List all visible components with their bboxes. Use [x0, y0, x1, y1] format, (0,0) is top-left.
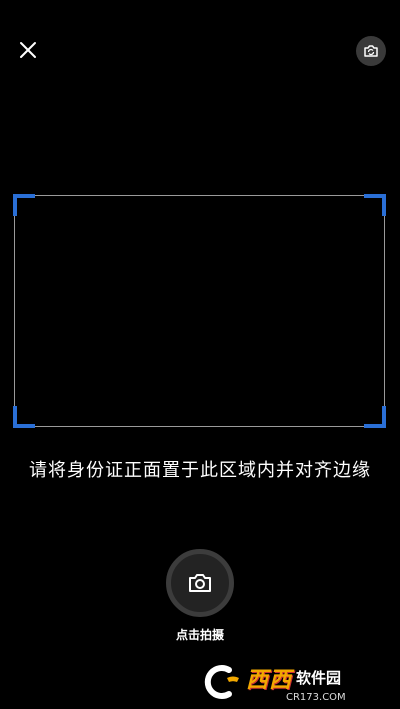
close-icon — [20, 42, 36, 58]
camera-capture-screen: 请将身份证正面置于此区域内并对齐边缘 点击拍摄 西西 软件园 CR173.COM — [0, 0, 400, 709]
camera-icon — [189, 574, 211, 592]
alignment-hint: 请将身份证正面置于此区域内并对齐边缘 — [29, 460, 371, 481]
frame-corner-top-right — [364, 194, 386, 216]
watermark-brand: 西西 — [246, 667, 293, 693]
shutter-label: 点击拍摄 — [175, 628, 224, 642]
top-bar — [0, 0, 400, 100]
frame-corner-bottom-right — [364, 406, 386, 428]
close-button[interactable] — [14, 36, 42, 64]
watermark: 西西 软件园 CR173.COM — [198, 660, 388, 704]
watermark-logo — [198, 662, 244, 702]
switch-camera-button[interactable] — [356, 36, 386, 66]
frame-corner-bottom-left — [13, 406, 35, 428]
camera-switch-icon — [364, 45, 378, 57]
shutter-button[interactable] — [166, 549, 234, 617]
watermark-text: 西西 软件园 CR173.COM — [246, 662, 346, 703]
id-card-frame — [13, 194, 386, 428]
watermark-site: 软件园 — [296, 669, 342, 687]
watermark-url: CR173.COM — [286, 691, 346, 703]
frame-corner-top-left — [13, 194, 35, 216]
